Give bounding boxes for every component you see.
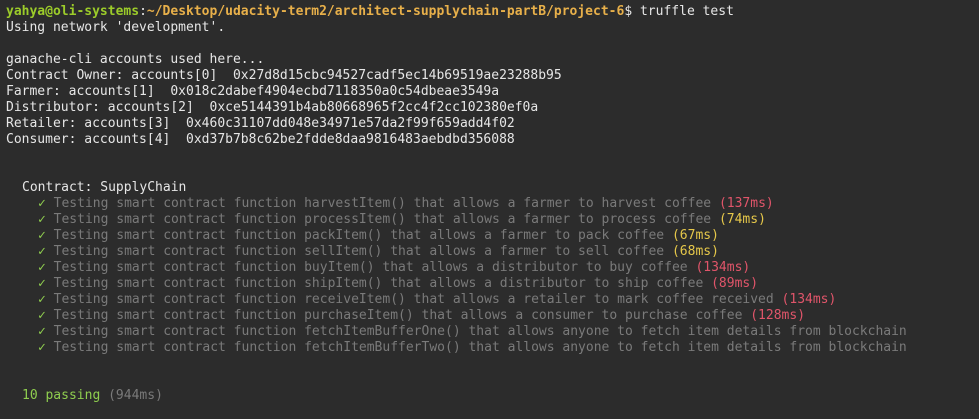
network-line: Using network 'development'. — [6, 20, 226, 35]
test-description: Testing smart contract function sellItem… — [53, 244, 665, 259]
test-duration: (89ms) — [711, 276, 759, 291]
terminal-window[interactable]: yahya@oli-systems:~/Desktop/udacity-term… — [0, 0, 979, 419]
test-description: Testing smart contract function receiveI… — [53, 292, 774, 307]
account-line-consumer: Consumer: accounts[4] 0xd37b7b8c62be2fdd… — [6, 132, 515, 147]
check-icon: ✓ — [38, 260, 46, 275]
summary-line: 10 passing (944ms) — [6, 388, 979, 404]
check-icon: ✓ — [38, 340, 46, 355]
check-icon: ✓ — [38, 276, 46, 291]
test-result-row: ✓ Testing smart contract function fetchI… — [6, 340, 979, 356]
check-icon: ✓ — [38, 324, 46, 339]
check-icon: ✓ — [38, 228, 46, 243]
prompt-user-host: yahya@oli-systems — [6, 4, 140, 19]
passing-count: 10 passing — [22, 388, 101, 403]
account-line-farmer: Farmer: accounts[1] 0x018c2dabef4904ecbd… — [6, 84, 500, 99]
test-result-row: ✓ Testing smart contract function packIt… — [6, 228, 979, 244]
test-result-row: ✓ Testing smart contract function purcha… — [6, 308, 979, 324]
test-description: Testing smart contract function shipItem… — [53, 276, 704, 291]
accounts-list: Contract Owner: accounts[0] 0x27d8d15cbc… — [6, 68, 979, 148]
test-duration: (67ms) — [671, 228, 719, 243]
test-duration: (134ms) — [695, 260, 751, 275]
account-line-distributor: Distributor: accounts[2] 0xce5144391b4ab… — [6, 100, 539, 115]
account-line-owner: Contract Owner: accounts[0] 0x27d8d15cbc… — [6, 68, 562, 83]
check-icon: ✓ — [38, 244, 46, 259]
passing-time: (944ms) — [108, 388, 163, 403]
prompt-separator: : — [139, 4, 147, 19]
test-result-row: ✓ Testing smart contract function receiv… — [6, 292, 979, 308]
test-duration: (134ms) — [781, 292, 837, 307]
test-duration: (74ms) — [718, 212, 766, 227]
test-duration: (128ms) — [750, 308, 806, 323]
test-description: Testing smart contract function packItem… — [53, 228, 665, 243]
test-description: Testing smart contract function purchase… — [53, 308, 743, 323]
prompt-command: truffle test — [632, 4, 734, 19]
test-result-row: ✓ Testing smart contract function proces… — [6, 212, 979, 228]
prompt-symbol: $ — [624, 4, 633, 19]
prompt-line: yahya@oli-systems:~/Desktop/udacity-term… — [6, 4, 979, 20]
test-description: Testing smart contract function fetchIte… — [53, 324, 907, 339]
suite-title: Contract: SupplyChain — [22, 180, 187, 195]
check-icon: ✓ — [38, 308, 46, 323]
accounts-header: ganache-cli accounts used here... — [6, 52, 265, 67]
test-description: Testing smart contract function buyItem(… — [53, 260, 688, 275]
test-result-row: ✓ Testing smart contract function sellIt… — [6, 244, 979, 260]
test-result-row: ✓ Testing smart contract function fetchI… — [6, 324, 979, 340]
test-result-row: ✓ Testing smart contract function shipIt… — [6, 276, 979, 292]
test-result-row: ✓ Testing smart contract function buyIte… — [6, 260, 979, 276]
test-results-list: ✓ Testing smart contract function harves… — [6, 196, 979, 356]
test-result-row: ✓ Testing smart contract function harves… — [6, 196, 979, 212]
test-description: Testing smart contract function fetchIte… — [53, 340, 907, 355]
test-description: Testing smart contract function processI… — [53, 212, 712, 227]
check-icon: ✓ — [38, 196, 46, 211]
test-duration: (68ms) — [671, 244, 719, 259]
test-description: Testing smart contract function harvestI… — [53, 196, 712, 211]
test-duration: (137ms) — [718, 196, 774, 211]
check-icon: ✓ — [38, 292, 46, 307]
check-icon: ✓ — [38, 212, 46, 227]
account-line-retailer: Retailer: accounts[3] 0x460c31107dd048e3… — [6, 116, 515, 131]
prompt-path: ~/Desktop/udacity-term2/architect-supply… — [146, 4, 625, 19]
